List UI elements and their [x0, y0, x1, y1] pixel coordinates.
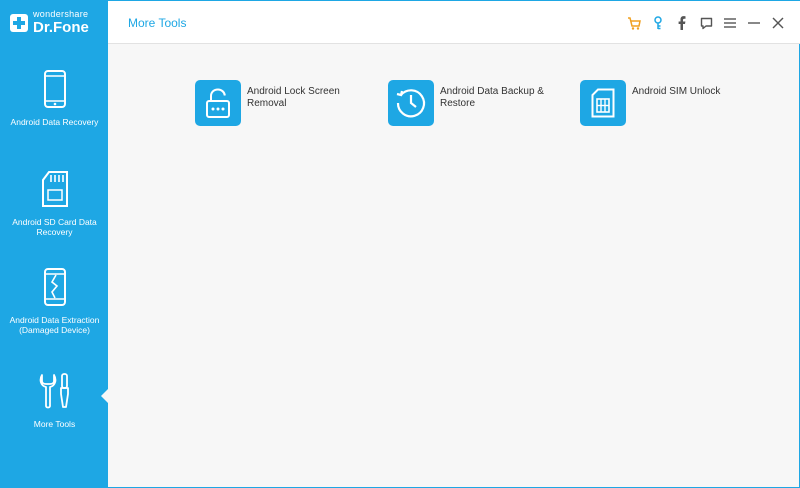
- key-icon[interactable]: [646, 13, 670, 33]
- header-bar: More Tools: [108, 1, 800, 44]
- tool-android-data-backup-restore[interactable]: Android Data Backup & Restore: [388, 80, 550, 126]
- menu-icon[interactable]: [718, 13, 742, 33]
- logo-plus-icon: [10, 13, 28, 32]
- sidebar-item-label: Android Data Extraction (Damaged Device): [9, 315, 100, 335]
- sidebar-item-android-data-extraction[interactable]: Android Data Extraction (Damaged Device): [1, 267, 108, 335]
- feedback-icon[interactable]: [694, 13, 718, 33]
- minimize-icon[interactable]: [742, 13, 766, 33]
- logo: wondershare Dr.Fone: [1, 1, 108, 44]
- tool-android-lock-screen-removal[interactable]: Android Lock Screen Removal: [195, 80, 357, 126]
- sd-card-icon: [35, 169, 75, 209]
- cart-icon[interactable]: [622, 13, 646, 33]
- clock-icon: [388, 80, 434, 126]
- logo-brand: wondershare: [33, 9, 89, 19]
- tool-label: Android Data Backup & Restore: [440, 86, 544, 109]
- sidebar-item-label: Android SD Card Data Recovery: [12, 217, 97, 237]
- sidebar-item-android-sd-card-data-recovery[interactable]: Android SD Card Data Recovery: [1, 169, 108, 237]
- tools-icon: [35, 371, 75, 411]
- sidebar: wondershare Dr.Fone Android Data Recover…: [1, 1, 108, 488]
- sidebar-item-label: More Tools: [33, 419, 76, 429]
- tool-android-sim-unlock[interactable]: Android SIM Unlock: [580, 80, 742, 126]
- sidebar-item-more-tools[interactable]: More Tools: [1, 371, 108, 429]
- facebook-icon[interactable]: [670, 13, 694, 33]
- broken-phone-icon: [35, 267, 75, 307]
- app-window: wondershare Dr.Fone Android Data Recover…: [0, 0, 800, 488]
- sidebar-item-android-data-recovery[interactable]: Android Data Recovery: [1, 69, 108, 127]
- lock-icon: [195, 80, 241, 126]
- sidebar-item-label: Android Data Recovery: [10, 117, 99, 127]
- page-title: More Tools: [128, 16, 187, 30]
- sim-card-icon: [580, 80, 626, 126]
- tool-label: Android Lock Screen Removal: [247, 86, 340, 109]
- close-icon[interactable]: [766, 13, 790, 33]
- tool-label: Android SIM Unlock: [632, 86, 721, 97]
- logo-name: Dr.Fone: [33, 19, 89, 36]
- phone-icon: [35, 69, 75, 109]
